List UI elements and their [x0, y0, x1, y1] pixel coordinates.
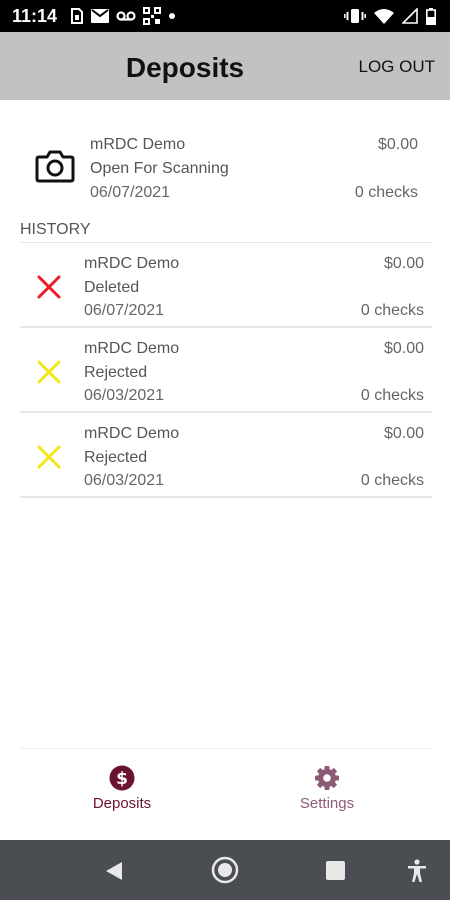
dollar-icon: $: [109, 765, 135, 791]
history-checks: 0 checks: [360, 387, 424, 404]
x-icon: [37, 275, 61, 299]
history-date: 06/03/2021: [84, 387, 165, 404]
vibrate-icon: [344, 9, 366, 23]
history-checks: 0 checks: [360, 472, 424, 489]
logout-button[interactable]: LOG OUT: [358, 57, 435, 77]
mail-icon: [91, 9, 109, 23]
app-bar: Deposits LOG OUT: [0, 32, 450, 100]
x-icon: [37, 445, 61, 469]
signal-icon: [402, 8, 418, 24]
system-nav-bar: [0, 840, 450, 900]
bottom-nav: $ Deposits Settings: [20, 748, 432, 840]
history-name: mRDC Demo: [84, 255, 180, 272]
history-row[interactable]: mRDC Demo Deleted 06/07/2021 $0.00 0 che…: [20, 243, 432, 328]
battery-icon: [426, 7, 436, 25]
page-title: Deposits: [125, 52, 245, 83]
history-heading: HISTORY: [20, 221, 91, 238]
history-amount: $0.00: [383, 425, 424, 442]
dot-icon: [169, 13, 175, 19]
status-bar: 11:14: [0, 0, 450, 32]
history-status: Deleted: [84, 279, 140, 296]
history-date: 06/07/2021: [84, 302, 165, 319]
history-checks: 0 checks: [360, 302, 424, 319]
x-icon: [37, 360, 61, 384]
history-amount: $0.00: [383, 255, 424, 272]
history-row[interactable]: mRDC Demo Rejected 06/03/2021 $0.00 0 ch…: [20, 413, 432, 498]
history-name: mRDC Demo: [84, 425, 180, 442]
nav-settings-label: Settings: [299, 795, 355, 812]
gear-icon: [315, 766, 339, 790]
nav-deposits-label: Deposits: [92, 795, 152, 812]
deposit-name: mRDC Demo: [90, 136, 186, 153]
history-date: 06/03/2021: [84, 472, 165, 489]
wifi-icon: [374, 9, 394, 24]
current-deposit[interactable]: mRDC Demo Open For Scanning 06/07/2021 $…: [20, 124, 432, 214]
qr-code-icon: [143, 7, 161, 25]
accessibility-icon[interactable]: [407, 859, 427, 883]
deposit-date: 06/07/2021: [90, 184, 171, 201]
voicemail-icon: [116, 11, 136, 21]
svg-text:$: $: [116, 769, 128, 789]
nav-deposits[interactable]: $ Deposits: [62, 759, 182, 812]
history-name: mRDC Demo: [84, 340, 180, 357]
deposit-checks: 0 checks: [354, 184, 418, 201]
history-row[interactable]: mRDC Demo Rejected 06/03/2021 $0.00 0 ch…: [20, 328, 432, 413]
status-right-icons: [344, 7, 436, 25]
history-list: mRDC Demo Deleted 06/07/2021 $0.00 0 che…: [20, 242, 432, 498]
camera-icon: [35, 150, 75, 183]
deposit-amount: $0.00: [377, 136, 418, 153]
history-status: Rejected: [84, 449, 148, 466]
nav-settings[interactable]: Settings: [267, 759, 387, 812]
recents-icon[interactable]: [326, 861, 345, 880]
history-amount: $0.00: [383, 340, 424, 357]
deposit-status: Open For Scanning: [90, 160, 229, 177]
status-time: 11:14: [12, 6, 58, 26]
status-left-icons: [70, 7, 176, 25]
home-icon[interactable]: [211, 856, 239, 884]
sim-card-icon: [71, 8, 83, 24]
back-icon[interactable]: [105, 861, 123, 881]
history-status: Rejected: [84, 364, 148, 381]
